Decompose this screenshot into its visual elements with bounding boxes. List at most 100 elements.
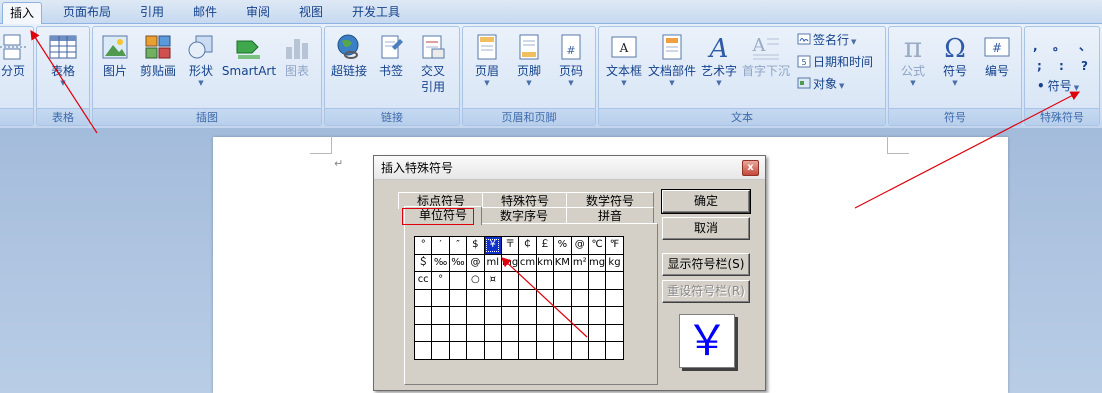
symbol-cell[interactable] bbox=[466, 323, 485, 342]
symbol-cell[interactable] bbox=[500, 323, 520, 342]
symbol-cell[interactable] bbox=[500, 341, 520, 360]
symbol-cell[interactable] bbox=[518, 323, 537, 342]
symbol-cell[interactable]: cc bbox=[413, 271, 433, 290]
symbol-cell[interactable] bbox=[518, 341, 537, 360]
symbol-cell[interactable]: ￥ bbox=[483, 236, 502, 255]
symbol-cell[interactable] bbox=[553, 341, 572, 360]
close-icon[interactable]: x bbox=[742, 160, 759, 176]
symbol-cell[interactable]: ′ bbox=[431, 236, 450, 255]
signature-line-button[interactable]: 签名行 ▼ bbox=[797, 31, 856, 49]
symbol-cell[interactable] bbox=[535, 271, 555, 290]
tab-pinyin[interactable]: 拼音 bbox=[566, 207, 654, 224]
symbol-cell[interactable]: ‰ bbox=[448, 253, 468, 272]
footer-button[interactable]: 页脚 ▼ bbox=[509, 33, 549, 87]
symbol-cell[interactable] bbox=[570, 306, 589, 325]
special-glyph-1[interactable]: , bbox=[1033, 37, 1038, 55]
tab-unit-symbols[interactable]: 单位符号 bbox=[402, 206, 482, 225]
tab-review[interactable]: 审阅 bbox=[237, 2, 279, 24]
symbol-cell[interactable] bbox=[518, 271, 537, 290]
symbol-cell[interactable] bbox=[553, 306, 572, 325]
tab-page-layout[interactable]: 页面布局 bbox=[55, 2, 119, 24]
symbol-cell[interactable]: ℉ bbox=[605, 236, 624, 255]
wordart-button[interactable]: A 艺术字 ▼ bbox=[699, 33, 739, 87]
symbol-cell[interactable] bbox=[448, 271, 468, 290]
symbol-cell[interactable] bbox=[587, 306, 607, 325]
symbol-cell[interactable] bbox=[605, 306, 624, 325]
symbol-cell[interactable] bbox=[605, 323, 624, 342]
symbol-cell[interactable] bbox=[535, 323, 555, 342]
symbol-cell[interactable] bbox=[570, 271, 589, 290]
symbol-cell[interactable] bbox=[605, 271, 624, 290]
symbol-cell[interactable] bbox=[553, 271, 572, 290]
symbol-cell[interactable] bbox=[431, 341, 450, 360]
symbol-cell[interactable] bbox=[570, 288, 589, 307]
page-number-button[interactable]: # 页码 ▼ bbox=[551, 33, 591, 87]
symbol-cell[interactable]: ＄ bbox=[413, 253, 433, 272]
symbol-cell[interactable] bbox=[413, 306, 433, 325]
picture-button[interactable]: 图片 bbox=[97, 33, 133, 79]
object-button[interactable]: 对象 ▼ bbox=[797, 75, 844, 93]
symbol-cell[interactable] bbox=[535, 306, 555, 325]
header-button[interactable]: 页眉 ▼ bbox=[467, 33, 507, 87]
symbol-cell[interactable] bbox=[413, 288, 433, 307]
cancel-button[interactable]: 取消 bbox=[662, 217, 750, 240]
symbol-cell[interactable] bbox=[500, 271, 520, 290]
special-glyph-2[interactable]: 。 bbox=[1053, 37, 1065, 55]
symbol-cell[interactable] bbox=[483, 341, 502, 360]
special-symbol-dropdown[interactable]: • 符号 ▼ bbox=[1037, 77, 1079, 95]
special-glyph-3[interactable]: 、 bbox=[1079, 37, 1091, 55]
symbol-cell[interactable] bbox=[431, 323, 450, 342]
symbol-cell[interactable]: mg bbox=[500, 253, 520, 272]
tab-number-sequences[interactable]: 数字序号 bbox=[480, 207, 568, 224]
symbol-cell[interactable]: mg bbox=[587, 253, 607, 272]
hyperlink-button[interactable]: 超链接 bbox=[329, 33, 369, 79]
symbol-cell[interactable] bbox=[413, 341, 433, 360]
datetime-button[interactable]: 5 日期和时间 bbox=[797, 53, 873, 71]
symbol-cell[interactable] bbox=[466, 341, 485, 360]
symbol-cell[interactable]: ○ bbox=[466, 271, 485, 290]
chart-button[interactable]: 图表 bbox=[279, 33, 315, 79]
symbol-cell[interactable] bbox=[518, 306, 537, 325]
symbol-cell[interactable] bbox=[483, 288, 502, 307]
symbol-cell[interactable] bbox=[553, 323, 572, 342]
bookmark-button[interactable]: 书签 bbox=[371, 33, 411, 79]
symbol-cell[interactable] bbox=[553, 288, 572, 307]
symbol-cell[interactable] bbox=[448, 323, 468, 342]
symbol-cell[interactable] bbox=[431, 288, 450, 307]
symbol-cell[interactable]: 〒 bbox=[500, 236, 520, 255]
symbol-cell[interactable] bbox=[466, 288, 485, 307]
symbol-cell[interactable]: kg bbox=[605, 253, 624, 272]
symbol-cell[interactable] bbox=[500, 306, 520, 325]
shapes-button[interactable]: 形状 ▼ bbox=[183, 33, 219, 87]
crossref-button[interactable]: 交叉 引用 bbox=[413, 33, 453, 95]
equation-button[interactable]: π 公式 ▼ bbox=[893, 33, 933, 87]
symbol-cell[interactable] bbox=[448, 306, 468, 325]
symbol-cell[interactable] bbox=[448, 341, 468, 360]
table-button[interactable]: 表格 ▼ bbox=[43, 33, 83, 87]
reset-symbol-bar-button[interactable]: 重设符号栏(R) bbox=[662, 280, 750, 303]
symbol-cell[interactable]: ″ bbox=[448, 236, 468, 255]
page-break-button[interactable]: 分页 bbox=[0, 33, 29, 79]
symbol-cell[interactable]: ° bbox=[413, 236, 433, 255]
symbol-cell[interactable] bbox=[605, 341, 624, 360]
symbol-cell[interactable] bbox=[535, 341, 555, 360]
symbol-cell[interactable]: % bbox=[553, 236, 572, 255]
symbol-cell[interactable]: cm bbox=[518, 253, 537, 272]
symbol-cell[interactable] bbox=[431, 306, 450, 325]
special-glyph-6[interactable]: ? bbox=[1081, 57, 1088, 75]
symbol-cell[interactable] bbox=[587, 341, 607, 360]
symbol-cell[interactable] bbox=[448, 288, 468, 307]
special-glyph-5[interactable]: : bbox=[1059, 57, 1064, 75]
quickparts-button[interactable]: 文档部件 ▼ bbox=[647, 33, 697, 87]
symbol-cell[interactable] bbox=[413, 323, 433, 342]
symbol-cell[interactable] bbox=[570, 323, 589, 342]
ok-button[interactable]: 确定 bbox=[661, 189, 751, 214]
symbol-cell[interactable]: ℃ bbox=[587, 236, 607, 255]
symbol-cell[interactable]: @ bbox=[570, 236, 589, 255]
special-glyph-4[interactable]: ; bbox=[1037, 57, 1042, 75]
symbol-cell[interactable]: ° bbox=[431, 271, 450, 290]
show-symbol-bar-button[interactable]: 显示符号栏(S) bbox=[662, 253, 750, 276]
symbol-cell[interactable] bbox=[535, 288, 555, 307]
symbol-cell[interactable]: ‰ bbox=[431, 253, 450, 272]
numbering-button[interactable]: # 编号 bbox=[977, 33, 1017, 79]
